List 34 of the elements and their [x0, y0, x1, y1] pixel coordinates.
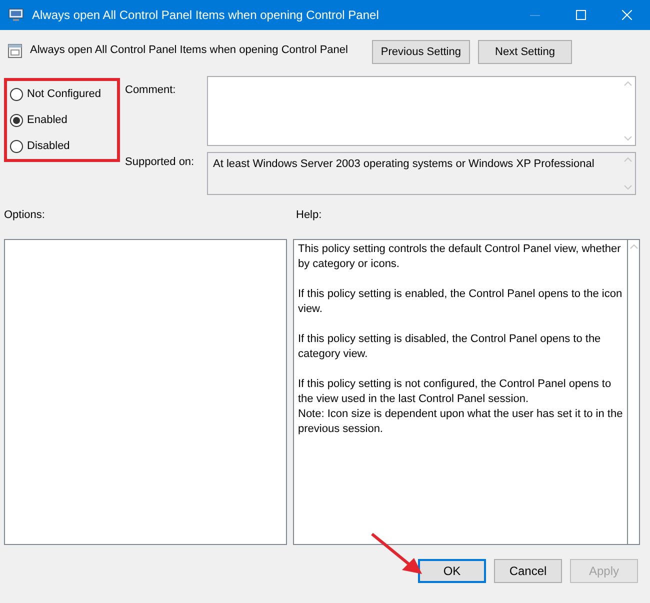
dialog-button[interactable]: OK [418, 558, 486, 582]
pointer-arrow [370, 532, 424, 576]
help-text: Note: Icon size is dependent upon what the user has set it to in the previous session. [298, 406, 623, 436]
dialog-button[interactable]: Cancel [494, 558, 562, 582]
radio-option[interactable]: Enabled [10, 112, 117, 128]
radio-option[interactable]: Not Configured [10, 86, 117, 102]
policy-title: Always open All Control Panel Items when opening Control Panel [30, 43, 348, 58]
radio-button[interactable] [10, 114, 23, 126]
radio-button[interactable] [10, 140, 23, 152]
help-text: If this policy setting is not configured, the Control Panel opens to the view used in the last Control Panel session. [298, 376, 612, 406]
scroll-up-icon[interactable] [624, 81, 632, 86]
scroll-up-icon[interactable] [630, 244, 638, 248]
supported-on-field: At least Windows Server 2003 operating systems or Windows XP Professional [207, 152, 636, 195]
radio-button[interactable] [10, 88, 23, 100]
help-text: If this policy setting is disabled, the Control Panel opens to the category view. [298, 332, 602, 362]
comment-label: Comment: [125, 83, 177, 98]
window-title: Always open All Control Panel Items when opening Control Panel [32, 7, 379, 24]
supported-on-label: Supported on: [125, 155, 196, 170]
help-text: This policy setting controls the default Control Panel view, whether by category or icons. [298, 242, 622, 272]
computer-icon [8, 8, 24, 22]
scroll-down-icon[interactable] [624, 136, 632, 141]
scroll-down-icon[interactable] [624, 185, 632, 190]
help-text: If this policy setting is enabled, the Control Panel opens to the icon view. [298, 286, 623, 316]
options-label: Options: [4, 208, 46, 223]
setting-nav-button[interactable]: Next Setting [478, 40, 572, 64]
close-icon [622, 10, 632, 20]
setting-nav-button[interactable]: Previous Setting [372, 40, 470, 64]
comment-field[interactable] [207, 76, 636, 146]
radio-option[interactable]: Disabled [10, 138, 117, 154]
maximize-icon [576, 10, 586, 20]
scroll-up-icon[interactable] [624, 157, 632, 162]
policy-icon [8, 44, 22, 58]
minimize-icon [530, 14, 540, 16]
help-label: Help: [296, 208, 322, 223]
